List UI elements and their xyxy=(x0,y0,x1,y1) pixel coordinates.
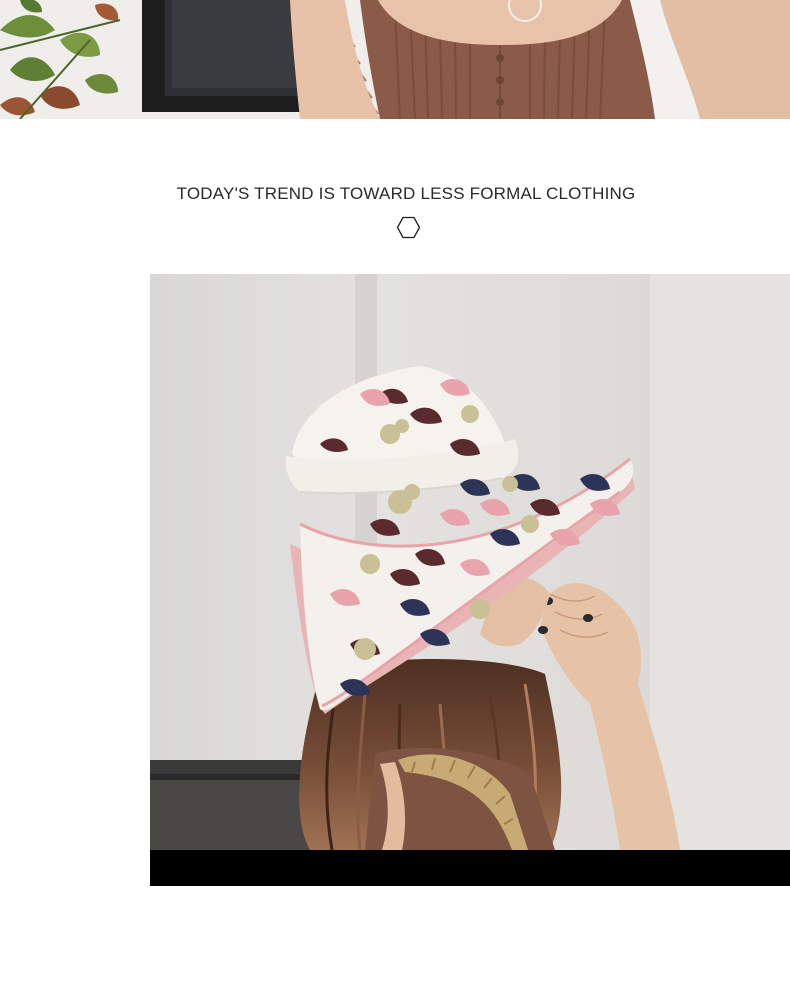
top-product-photo xyxy=(0,0,790,119)
main-product-photo xyxy=(150,274,790,886)
hexagon-outline-icon xyxy=(396,216,421,239)
trend-caption: TODAY'S TREND IS TOWARD LESS FORMAL CLOT… xyxy=(176,184,636,203)
